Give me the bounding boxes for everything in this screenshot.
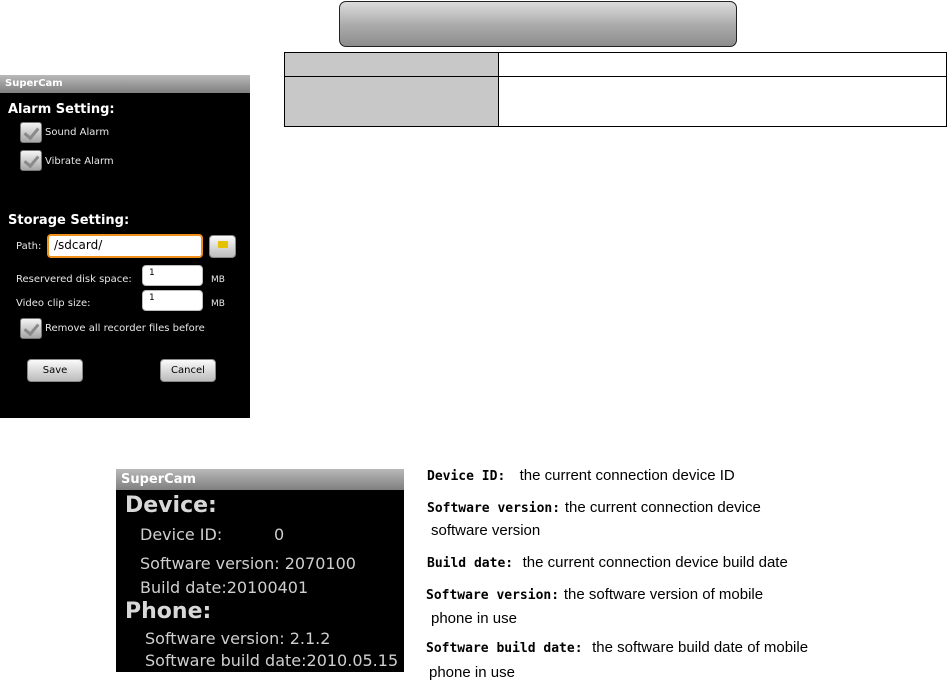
device-software-version: Software version: 2070100 [140, 554, 356, 573]
vibrate-alarm-label: Vibrate Alarm [45, 156, 114, 167]
cancel-button[interactable]: Cancel [160, 359, 216, 382]
description-build-date: Build date: the current connection devic… [427, 554, 788, 571]
sound-alarm-label: Sound Alarm [45, 127, 110, 138]
device-build-date: Build date:20100401 [140, 578, 309, 597]
sound-alarm-checkbox[interactable] [20, 122, 42, 143]
remove-files-checkbox[interactable] [20, 318, 42, 339]
path-label: Path: [16, 241, 42, 252]
app-title-bar: SuperCam [0, 75, 250, 93]
header-banner [339, 1, 737, 47]
description-software-build-date-cont: phone in use [429, 664, 515, 681]
table-cell [284, 51, 499, 78]
clip-unit-label: MB [211, 299, 225, 309]
path-input[interactable]: /sdcard/ [47, 234, 203, 258]
reserved-space-input[interactable]: 1 [142, 265, 203, 286]
phone-software-version: Software version: 2.1.2 [145, 629, 331, 648]
table-cell [498, 76, 947, 127]
remove-files-label: Remove all recorder files before [45, 323, 205, 334]
description-software-version: Software version: the current connection… [427, 499, 761, 516]
settings-screen: SuperCam Alarm Setting: Sound Alarm Vibr… [0, 75, 250, 418]
save-button[interactable]: Save [27, 359, 83, 382]
vibrate-alarm-checkbox[interactable] [20, 150, 42, 171]
alarm-setting-heading: Alarm Setting: [8, 102, 115, 117]
device-heading: Device: [125, 493, 217, 518]
description-phone-software-version: Software version: the software version o… [426, 586, 764, 603]
clip-size-label: Video clip size: [16, 298, 91, 309]
device-id-value: 0 [274, 525, 285, 544]
storage-setting-heading: Storage Setting: [8, 213, 130, 228]
folder-icon [217, 240, 228, 248]
device-id-label: Device ID: [140, 525, 223, 544]
app-title-bar: SuperCam [116, 469, 404, 490]
description-device-id: Device ID: the current connection device… [427, 467, 735, 484]
table-row [284, 76, 947, 127]
description-software-version-cont: software version [431, 522, 541, 539]
table-cell [498, 51, 947, 78]
table-cell [284, 76, 499, 127]
reserved-unit-label: MB [211, 275, 225, 285]
info-table [284, 51, 947, 127]
phone-build-date: Software build date:2010.05.15 [145, 651, 399, 670]
device-info-screen: SuperCam Device: Device ID: 0 Software v… [116, 469, 404, 672]
description-phone-software-version-cont: phone in use [431, 610, 517, 627]
description-software-build-date: Software build date: the software build … [426, 639, 809, 656]
browse-folder-button[interactable] [209, 235, 236, 258]
table-row [284, 51, 947, 78]
phone-heading: Phone: [125, 599, 212, 624]
clip-size-input[interactable]: 1 [142, 290, 203, 311]
reserved-space-label: Reservered disk space: [16, 274, 132, 285]
